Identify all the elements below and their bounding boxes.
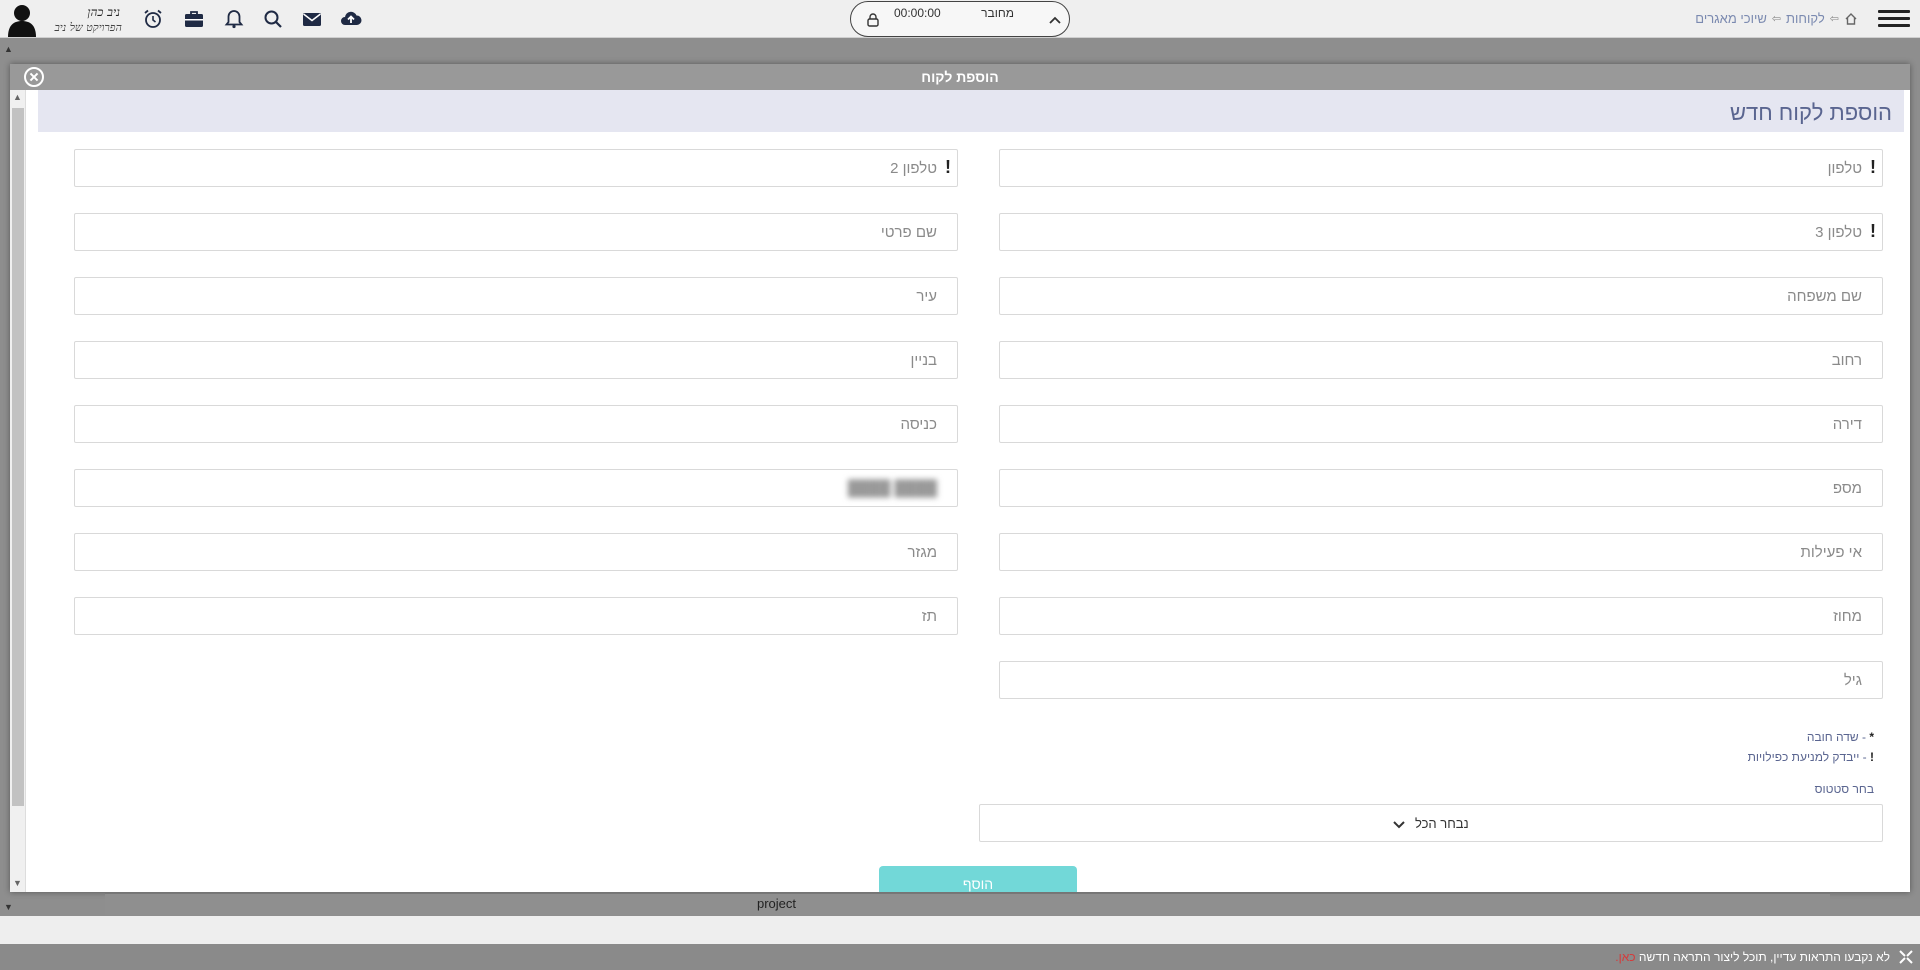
bell-icon[interactable] bbox=[223, 8, 245, 30]
sector-placeholder: מגזר bbox=[907, 544, 937, 561]
status-label: בחר סטטוס bbox=[1814, 782, 1874, 796]
phone3-field[interactable]: ! טלפון 3 bbox=[999, 213, 1883, 251]
street-field[interactable]: רחוב bbox=[999, 341, 1883, 379]
dedupe-mark: ! bbox=[1870, 157, 1876, 177]
alarm-clock-icon[interactable] bbox=[142, 8, 164, 30]
user-name: ניב כהן bbox=[87, 5, 120, 19]
background-table-row bbox=[105, 893, 1830, 915]
dedupe-text: - ייבדק למניעת כפילויות bbox=[1747, 750, 1867, 764]
modal-scrollbar[interactable]: ▲ ▼ bbox=[10, 90, 26, 892]
phone2-placeholder: טלפון 2 bbox=[890, 160, 937, 177]
cloud-upload-icon[interactable] bbox=[340, 8, 362, 30]
city-placeholder: עיר bbox=[916, 288, 937, 305]
modal-content: הוספת לקוח חדש ! טלפון ! טלפון 3 שם משפח… bbox=[38, 90, 1910, 892]
top-bar: ⇦ לקוחות ⇦ שיוכי מאגרים מחובר 00:00:00 נ… bbox=[0, 0, 1920, 38]
entrance-placeholder: כניסה bbox=[900, 416, 937, 433]
user-project: הפרויקט של ניב bbox=[54, 21, 122, 34]
required-mark: * bbox=[1869, 730, 1874, 744]
scroll-down-icon[interactable]: ▼ bbox=[13, 878, 22, 888]
breadcrumb: ⇦ לקוחות ⇦ שיוכי מאגרים bbox=[1695, 11, 1858, 26]
building-field[interactable]: בניין bbox=[74, 341, 958, 379]
id-number-field[interactable]: תז bbox=[74, 597, 958, 635]
modal-header: הוספת לקוח bbox=[10, 64, 1910, 90]
add-customer-modal: הוספת לקוח ▲ ▼ הוספת לקוח חדש ! טלפון ! … bbox=[10, 64, 1910, 892]
district-placeholder: מחוז bbox=[1833, 608, 1862, 625]
expand-icon[interactable] bbox=[1898, 949, 1914, 965]
home-icon[interactable] bbox=[1844, 12, 1858, 26]
apartment-field[interactable]: דירה bbox=[999, 405, 1883, 443]
briefcase-icon[interactable] bbox=[183, 8, 205, 30]
first-name-placeholder: שם פרטי bbox=[880, 224, 937, 241]
connection-status: מחובר bbox=[981, 6, 1014, 20]
page-scroll-down-icon[interactable]: ▼ bbox=[4, 902, 13, 912]
chevron-up-icon[interactable] bbox=[1047, 12, 1063, 28]
breadcrumb-customers[interactable]: לקוחות bbox=[1786, 11, 1825, 26]
building-placeholder: בניין bbox=[910, 352, 938, 369]
connection-status-pill: מחובר 00:00:00 bbox=[850, 1, 1070, 37]
redacted-placeholder: ████ ████ bbox=[847, 480, 937, 497]
dedupe-mark: ! bbox=[945, 157, 951, 177]
number-field[interactable]: מספ bbox=[999, 469, 1883, 507]
notifications-footer: לא נקבעו התראות עדיין, תוכל ליצור התראה … bbox=[0, 944, 1920, 970]
section-title: הוספת לקוח חדש bbox=[1729, 100, 1892, 125]
required-text: - שדה חובה bbox=[1806, 730, 1866, 744]
last-name-placeholder: שם משפחה bbox=[1787, 288, 1862, 305]
age-placeholder: גיל bbox=[1843, 672, 1862, 689]
phone-field[interactable]: ! טלפון bbox=[999, 149, 1883, 187]
legend-required: * - שדה חובה bbox=[1807, 730, 1874, 744]
breadcrumb-pool-assignment[interactable]: שיוכי מאגרים bbox=[1695, 11, 1767, 26]
district-field[interactable]: מחוז bbox=[999, 597, 1883, 635]
last-name-field[interactable]: שם משפחה bbox=[999, 277, 1883, 315]
sector-field[interactable]: מגזר bbox=[74, 533, 958, 571]
footer-create-link[interactable]: כאן. bbox=[1615, 950, 1635, 964]
close-icon[interactable] bbox=[24, 67, 44, 87]
scrollbar-thumb[interactable] bbox=[12, 108, 24, 806]
mail-icon[interactable] bbox=[301, 8, 323, 30]
city-field[interactable]: עיר bbox=[74, 277, 958, 315]
chevron-down-icon bbox=[1393, 820, 1406, 828]
background-table-cell: project bbox=[757, 896, 797, 911]
phone2-field[interactable]: ! טלפון 2 bbox=[74, 149, 958, 187]
background-panel bbox=[0, 916, 1920, 944]
breadcrumb-separator: ⇦ bbox=[1829, 13, 1839, 25]
inactivity-field[interactable]: אי פעילות bbox=[999, 533, 1883, 571]
breadcrumb-separator: ⇦ bbox=[1771, 13, 1782, 25]
phone3-placeholder: טלפון 3 bbox=[1815, 224, 1862, 241]
section-header: הוספת לקוח חדש bbox=[38, 90, 1904, 132]
age-field[interactable]: גיל bbox=[999, 661, 1883, 699]
entrance-field[interactable]: כניסה bbox=[74, 405, 958, 443]
dedupe-legend-mark: ! bbox=[1870, 750, 1874, 764]
modal-title: הוספת לקוח bbox=[921, 69, 999, 85]
dedupe-mark: ! bbox=[1870, 221, 1876, 241]
lock-icon[interactable] bbox=[865, 12, 881, 28]
status-select-value: נבחר הכל bbox=[980, 816, 1882, 831]
street-placeholder: רחוב bbox=[1831, 352, 1862, 369]
menu-icon[interactable] bbox=[1878, 7, 1910, 31]
redacted-field[interactable]: ████ ████ bbox=[74, 469, 958, 507]
number-placeholder: מספ bbox=[1832, 480, 1862, 497]
phone-placeholder: טלפון bbox=[1827, 160, 1862, 177]
status-select[interactable]: נבחר הכל bbox=[979, 804, 1883, 842]
search-icon[interactable] bbox=[262, 8, 284, 30]
footer-message: לא נקבעו התראות עדיין, תוכל ליצור התראה … bbox=[1615, 950, 1890, 964]
first-name-field[interactable]: שם פרטי bbox=[74, 213, 958, 251]
add-button[interactable]: הוסף bbox=[879, 866, 1077, 892]
legend-dedupe: ! - ייבדק למניעת כפילויות bbox=[1748, 750, 1874, 764]
user-block[interactable]: ניב כהן הפרויקט של ניב bbox=[4, 2, 124, 37]
session-timer: 00:00:00 bbox=[894, 6, 941, 20]
user-avatar-icon[interactable] bbox=[6, 3, 38, 37]
page-scroll-up-icon[interactable]: ▲ bbox=[4, 44, 13, 54]
scroll-up-icon[interactable]: ▲ bbox=[13, 92, 22, 102]
id-number-placeholder: תז bbox=[921, 608, 937, 625]
apartment-placeholder: דירה bbox=[1832, 416, 1862, 433]
inactivity-placeholder: אי פעילות bbox=[1800, 544, 1862, 561]
